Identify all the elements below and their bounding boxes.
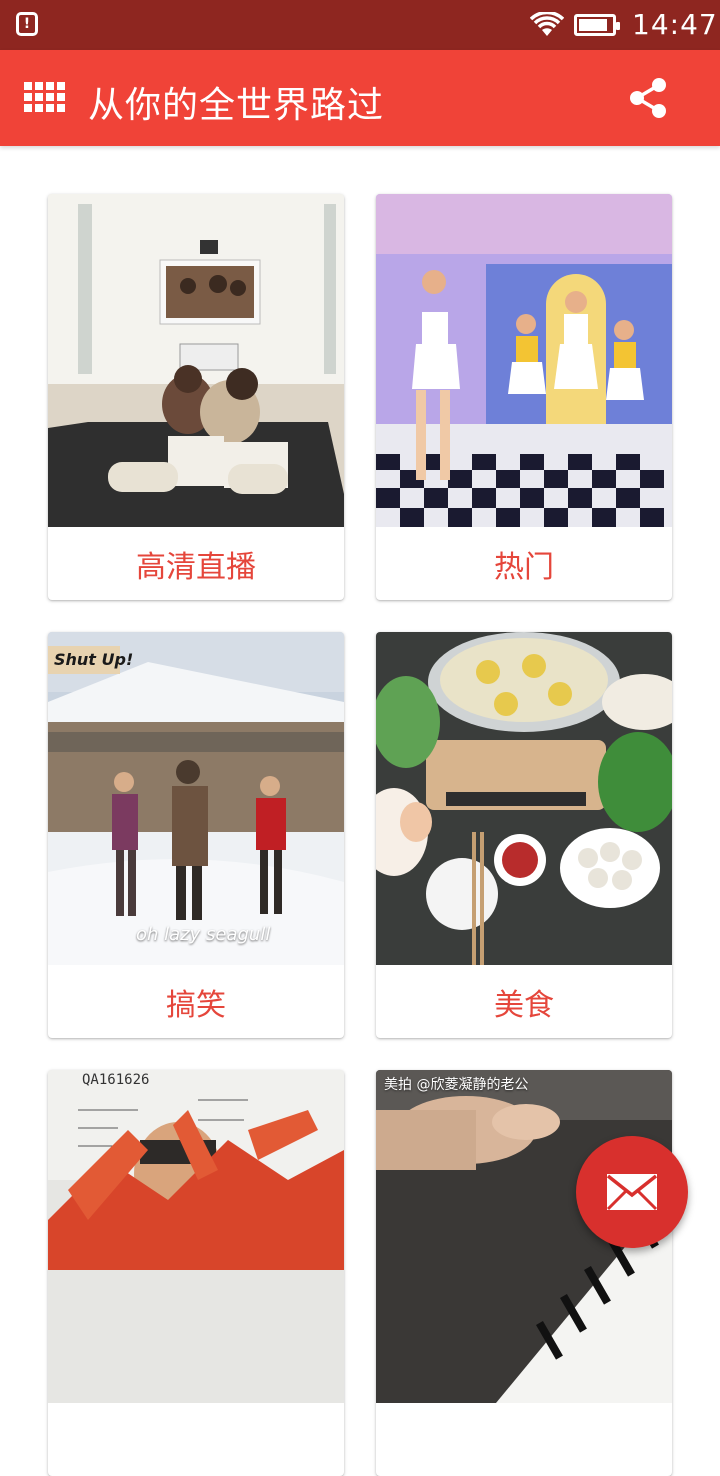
- category-card-hot[interactable]: 热门: [376, 194, 672, 600]
- category-label: 美食: [494, 987, 554, 1023]
- status-bar: ! 14:47: [0, 0, 720, 50]
- category-label: 高清直播: [136, 549, 256, 585]
- thumbnail-dancers: [376, 194, 672, 527]
- page-title: 从你的全世界路过: [88, 85, 385, 126]
- category-card-5[interactable]: QA161626: [48, 1070, 344, 1476]
- share-icon[interactable]: [626, 76, 670, 120]
- thumbnail-snowy-village: Shut Up! oh lazy seagull: [48, 632, 344, 965]
- category-label: [376, 1403, 672, 1476]
- thumbnail-hotpot: [376, 632, 672, 965]
- alert-icon: !: [16, 12, 38, 36]
- category-card-funny[interactable]: Shut Up! oh lazy seagull 搞笑: [48, 632, 344, 1038]
- thumbnail-king-crab: QA161626: [48, 1070, 344, 1403]
- overlay-caption: 美拍 @欣菱凝静的老公: [384, 1077, 529, 1093]
- battery-icon: [574, 14, 620, 36]
- category-label: 热门: [494, 549, 554, 585]
- clock: 14:47: [632, 8, 718, 41]
- mail-icon: [606, 1174, 658, 1211]
- wifi-icon: [530, 12, 564, 36]
- compose-mail-button[interactable]: [576, 1136, 688, 1248]
- category-grid: 高清直播 热门 Shut Up! oh lazy seagull 搞笑 美食 Q…: [0, 146, 720, 1476]
- overlay-caption: oh lazy seagull: [136, 924, 271, 945]
- overlay-note: QA161626: [82, 1072, 150, 1088]
- overlay-badge: Shut Up!: [54, 650, 134, 669]
- grid-menu-icon[interactable]: [24, 82, 65, 114]
- category-card-food[interactable]: 美食: [376, 632, 672, 1038]
- app-bar: 从你的全世界路过: [0, 50, 720, 146]
- thumbnail-family-tv: [48, 194, 344, 527]
- category-card-hd-live[interactable]: 高清直播: [48, 194, 344, 600]
- category-card-6[interactable]: 美拍 @欣菱凝静的老公: [376, 1070, 672, 1476]
- category-label: 搞笑: [166, 987, 226, 1023]
- category-label: [48, 1403, 344, 1476]
